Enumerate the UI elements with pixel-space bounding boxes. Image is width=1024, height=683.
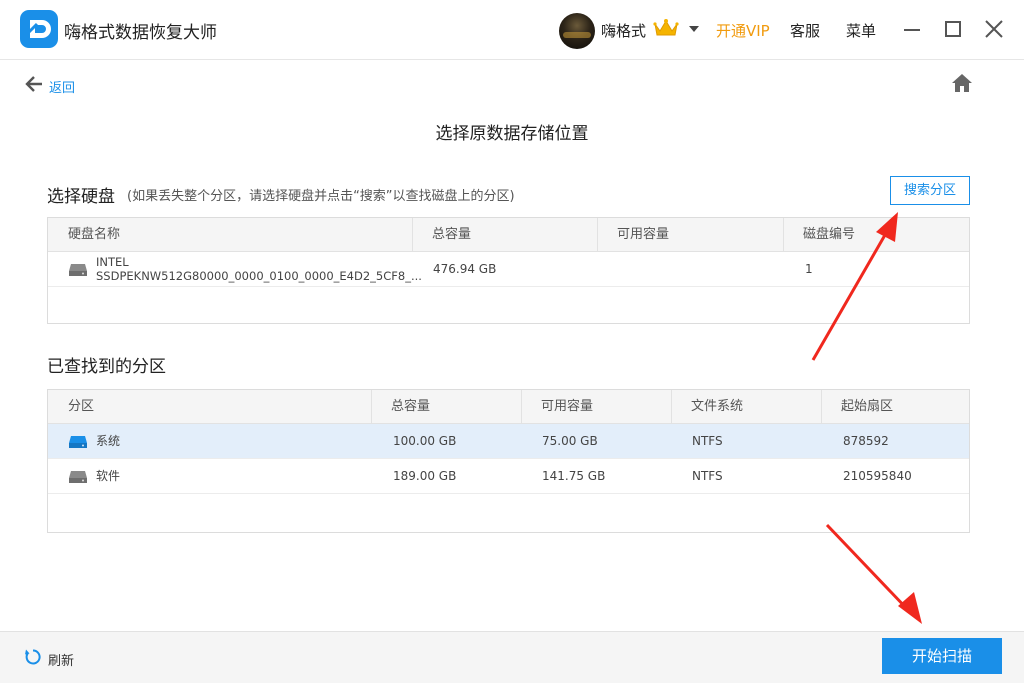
- app-title: 嗨格式数据恢复大师: [64, 23, 217, 43]
- disk-section-title: 选择硬盘: [47, 187, 115, 207]
- column-header[interactable]: 总容量: [412, 218, 471, 252]
- maximize-icon[interactable]: [945, 21, 961, 37]
- disk-drive-icon: [69, 471, 87, 483]
- partition-name: 系统: [96, 434, 121, 448]
- column-header[interactable]: 文件系统: [671, 390, 743, 424]
- back-link[interactable]: 返回: [49, 77, 75, 96]
- search-partition-button[interactable]: 搜索分区: [890, 176, 970, 205]
- refresh-button[interactable]: 刷新: [48, 650, 74, 669]
- column-header[interactable]: 硬盘名称: [48, 218, 120, 252]
- column-header[interactable]: 可用容量: [521, 390, 593, 424]
- service-link[interactable]: 客服: [790, 20, 820, 41]
- bottom-bar: [0, 631, 1024, 683]
- annotation-arrow: [825, 523, 922, 624]
- disk-table: 硬盘名称 总容量 可用容量 磁盘编号 INTEL SSDPEKNW512G800…: [47, 217, 970, 324]
- table-row[interactable]: 系统 100.00 GB 75.00 GB NTFS 878592: [48, 424, 969, 459]
- close-icon[interactable]: [984, 19, 1004, 39]
- partition-name: 软件: [96, 469, 121, 483]
- avatar[interactable]: [559, 13, 595, 49]
- column-header[interactable]: 总容量: [371, 390, 430, 424]
- column-header[interactable]: 可用容量: [597, 218, 669, 252]
- disk-section-hint: (如果丢失整个分区，请选择硬盘并点击“搜索”以查找磁盘上的分区): [127, 189, 515, 204]
- partition-fs: NTFS: [692, 469, 723, 483]
- partition-start-sector: 878592: [843, 434, 889, 448]
- vip-link[interactable]: 开通VIP: [716, 20, 770, 41]
- partition-free: 141.75 GB: [542, 469, 606, 483]
- disk-table-header: 硬盘名称 总容量 可用容量 磁盘编号: [48, 218, 969, 252]
- column-header[interactable]: 分区: [48, 390, 94, 424]
- column-header[interactable]: 磁盘编号: [783, 218, 855, 252]
- start-scan-button[interactable]: 开始扫描: [882, 638, 1002, 674]
- annotation-arrows: [811, 212, 922, 624]
- partition-fs: NTFS: [692, 434, 723, 448]
- menu-link[interactable]: 菜单: [846, 20, 876, 41]
- page-title: 选择原数据存储位置: [435, 124, 589, 144]
- partition-table-header: 分区 总容量 可用容量 文件系统 起始扇区: [48, 390, 969, 424]
- back-arrow-icon: [25, 76, 42, 92]
- crown-icon: [653, 18, 679, 42]
- home-icon[interactable]: [951, 73, 973, 97]
- disk-number: 1: [805, 262, 813, 276]
- partition-table: 分区 总容量 可用容量 文件系统 起始扇区 系统 100.00 GB 75.00…: [47, 389, 970, 533]
- disk-name: INTEL SSDPEKNW512G80000_0000_0100_0000_E…: [96, 255, 422, 283]
- back-button[interactable]: [24, 74, 44, 96]
- disk-total: 476.94 GB: [433, 262, 497, 276]
- minimize-icon[interactable]: [904, 29, 920, 31]
- username[interactable]: 嗨格式: [601, 20, 646, 41]
- disk-drive-icon: [69, 436, 87, 448]
- partition-start-sector: 210595840: [843, 469, 912, 483]
- table-row[interactable]: 软件 189.00 GB 141.75 GB NTFS 210595840: [48, 459, 969, 494]
- table-row[interactable]: INTEL SSDPEKNW512G80000_0000_0100_0000_E…: [48, 252, 969, 287]
- refresh-icon[interactable]: [24, 648, 42, 670]
- app-logo-icon: [20, 10, 58, 48]
- partition-free: 75.00 GB: [542, 434, 598, 448]
- partition-section-title: 已查找到的分区: [47, 357, 166, 377]
- chevron-down-icon[interactable]: [689, 26, 699, 32]
- partition-total: 100.00 GB: [393, 434, 457, 448]
- column-header[interactable]: 起始扇区: [821, 390, 893, 424]
- disk-drive-icon: [69, 264, 87, 276]
- partition-total: 189.00 GB: [393, 469, 457, 483]
- title-bar: 嗨格式数据恢复大师 嗨格式 开通VIP 客服 菜单: [0, 0, 1024, 60]
